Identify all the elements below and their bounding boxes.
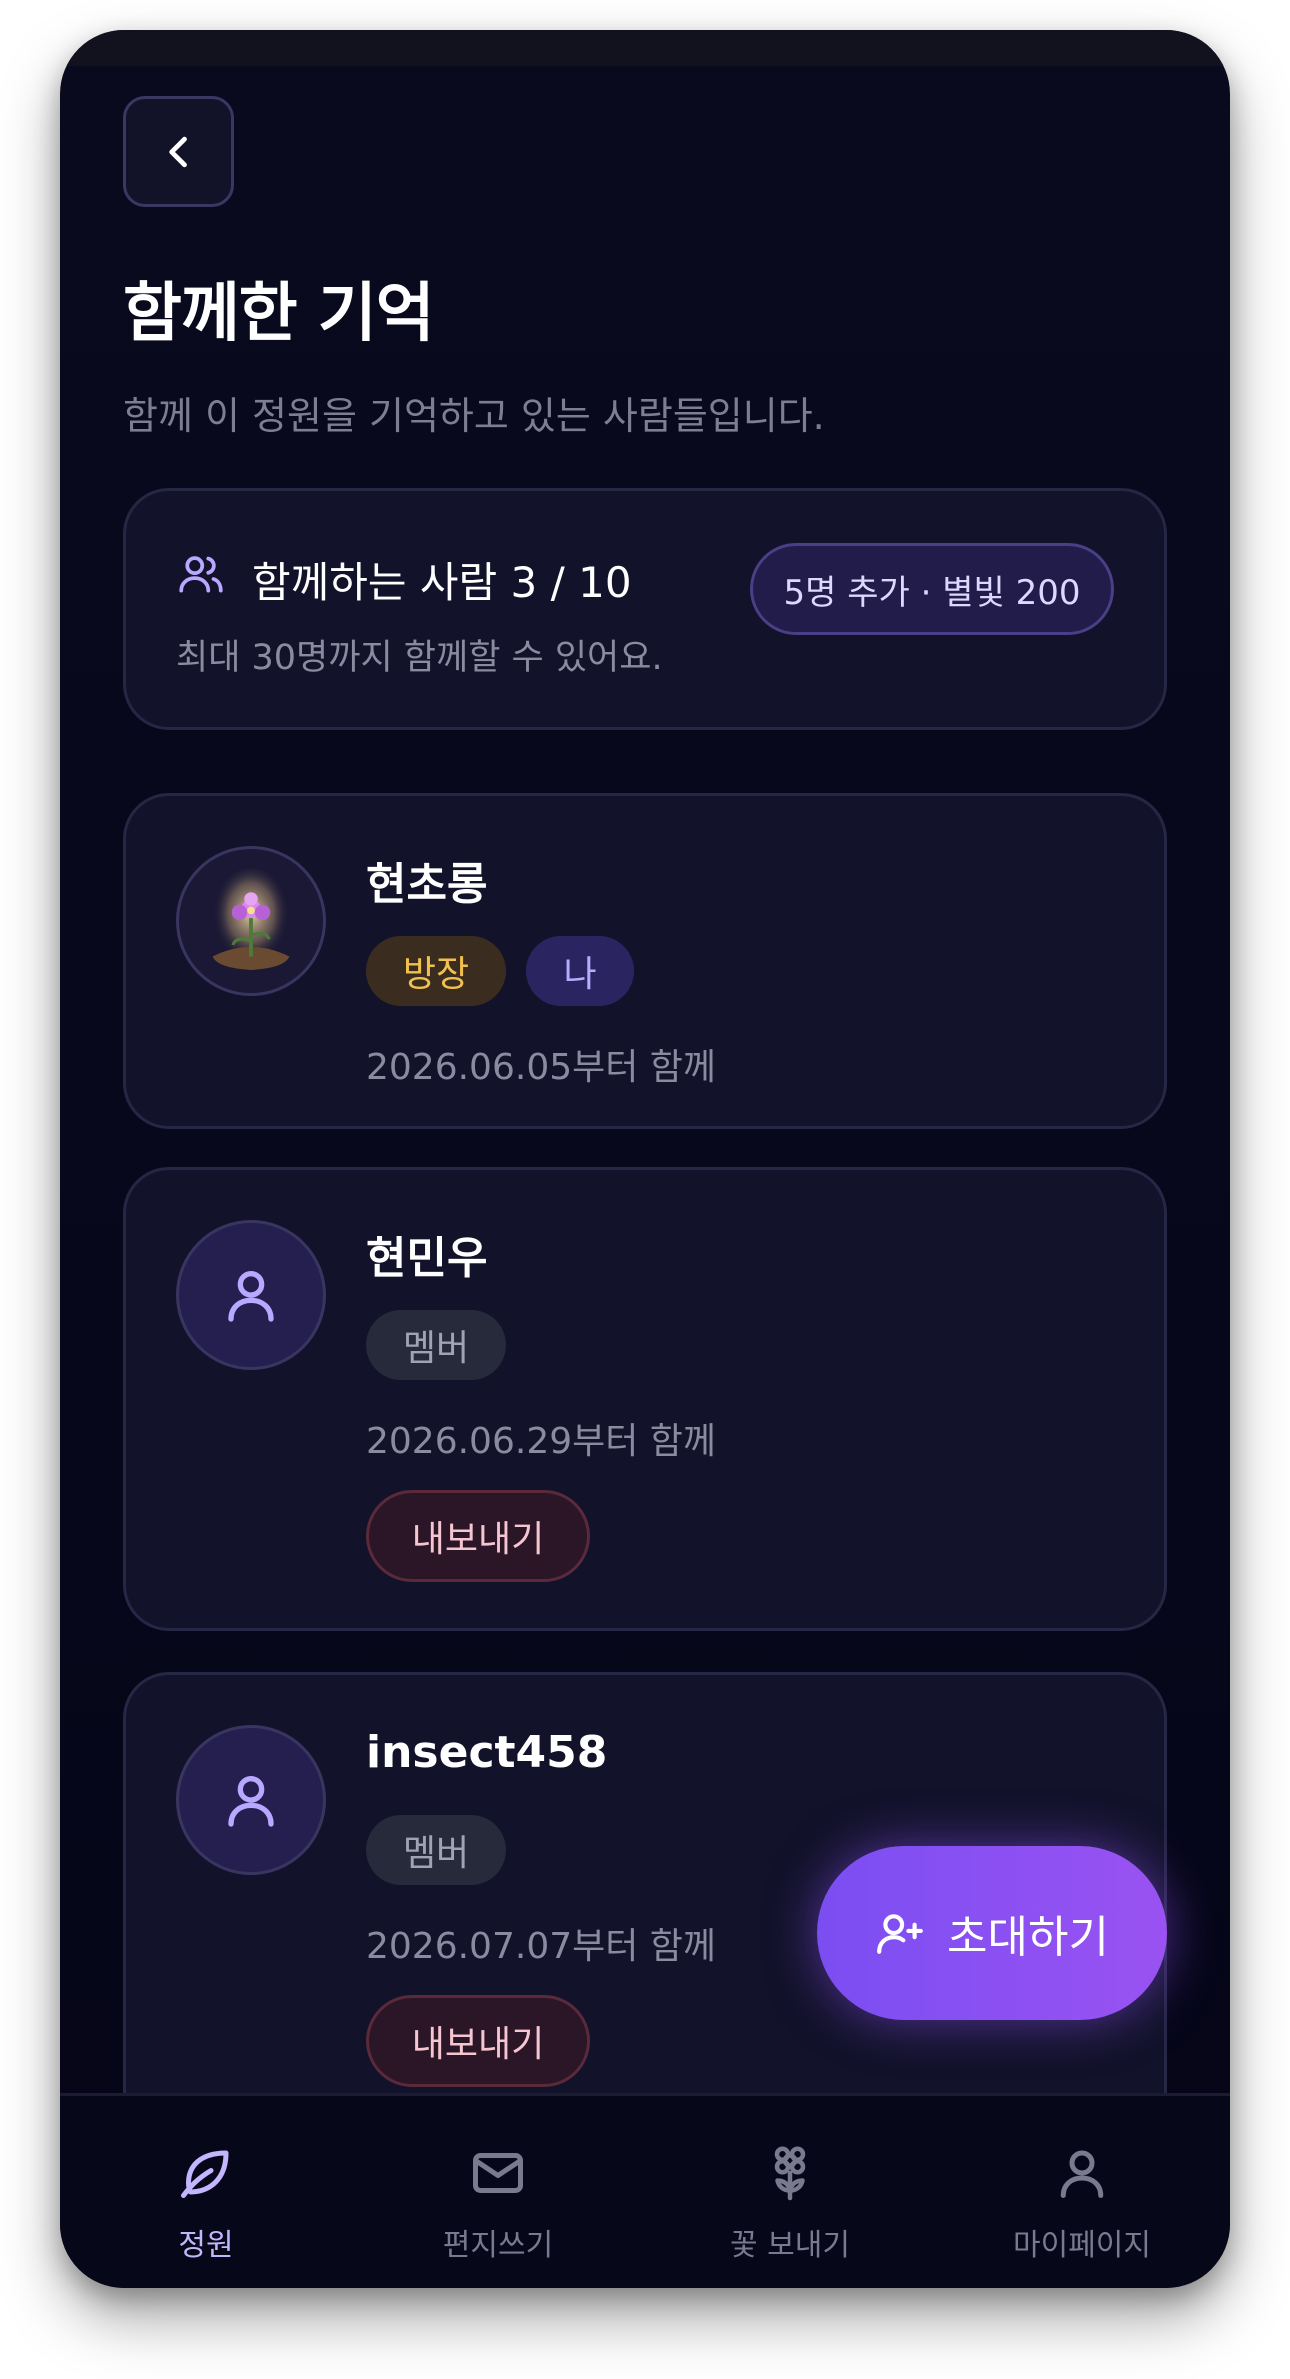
status-bar — [60, 30, 1230, 66]
kick-member-button[interactable]: 내보내기 — [366, 1490, 590, 1582]
mail-icon — [473, 2153, 523, 2193]
member-since: 2026.07.07부터 함께 — [366, 1926, 717, 1967]
avatar — [176, 1725, 326, 1875]
member-count-card: 함께하는 사람 3 / 10 최대 30명까지 함께할 수 있어요. 5명 추가… — [123, 488, 1167, 730]
member-since: 2026.06.05부터 함께 — [366, 1047, 717, 1088]
member-name: insect458 — [366, 1727, 608, 1778]
member-name: 현초롱 — [366, 859, 488, 910]
member-since: 2026.06.29부터 함께 — [366, 1421, 717, 1462]
member-card: 현민우 멤버 2026.06.29부터 함께 내보내기 — [123, 1167, 1167, 1631]
flower-icon — [774, 2146, 806, 2201]
tab-label: 꽃 보내기 — [730, 2228, 850, 2263]
tab-label: 마이페이지 — [1013, 2228, 1151, 2263]
leaf-icon — [181, 2150, 229, 2198]
member-badge: 멤버 — [366, 1815, 506, 1885]
app-screen: 함께한 기억 함께 이 정원을 기억하고 있는 사람들입니다. 함께하는 사람 … — [60, 30, 1230, 2288]
me-badge: 나 — [526, 936, 634, 1006]
tab-label: 정원 — [178, 2228, 234, 2263]
invite-label: 초대하기 — [947, 1912, 1109, 1963]
page-title: 함께한 기억 — [123, 277, 435, 351]
tab-my-page[interactable]: 마이페이지 — [936, 2096, 1228, 2288]
tab-garden[interactable]: 정원 — [60, 2096, 352, 2288]
invite-button[interactable]: 초대하기 — [817, 1846, 1167, 2020]
people-icon — [179, 556, 223, 593]
member-limit-text: 최대 30명까지 함께할 수 있어요. — [176, 638, 663, 678]
member-badges: 멤버 — [366, 1815, 506, 1885]
member-badges: 방장 나 — [366, 936, 634, 1006]
tab-label: 편지쓰기 — [442, 2228, 554, 2263]
user-plus-icon — [877, 1914, 923, 1954]
bottom-tab-bar: 정원 편지쓰기 꽃 보내기 마이페이지 — [60, 2093, 1230, 2288]
user-icon — [1060, 2150, 1104, 2198]
member-count-label: 함께하는 사람 3 / 10 — [252, 558, 632, 607]
chevron-left-icon — [168, 136, 187, 167]
member-badge: 멤버 — [366, 1310, 506, 1380]
avatar — [176, 1220, 326, 1370]
owner-badge: 방장 — [366, 936, 506, 1006]
flower-image — [176, 846, 326, 996]
tab-send-flower[interactable]: 꽃 보내기 — [644, 2096, 936, 2288]
kick-member-button[interactable]: 내보내기 — [366, 1995, 590, 2087]
user-icon — [228, 1776, 274, 1827]
add-slots-button[interactable]: 5명 추가 · 별빛 200 — [750, 543, 1114, 635]
page-subtitle: 함께 이 정원을 기억하고 있는 사람들입니다. — [123, 394, 825, 438]
back-button[interactable] — [123, 96, 234, 207]
tab-write-letter[interactable]: 편지쓰기 — [352, 2096, 644, 2288]
user-icon — [228, 1271, 274, 1322]
member-card: 현초롱 방장 나 2026.06.05부터 함께 — [123, 793, 1167, 1129]
member-badges: 멤버 — [366, 1310, 506, 1380]
member-name: 현민우 — [366, 1233, 488, 1284]
